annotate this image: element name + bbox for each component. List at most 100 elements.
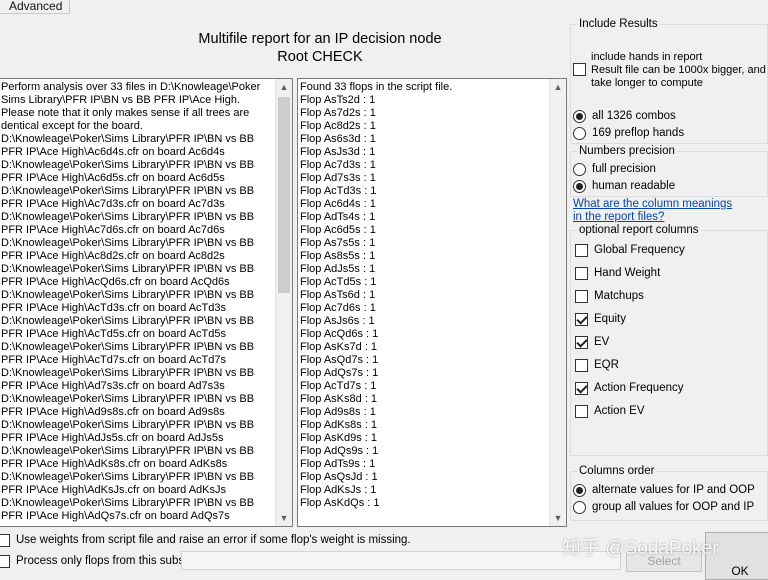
log-line: Flop AsQsJd : 1 bbox=[300, 471, 378, 483]
report-title: Multifile report for an IP decision node… bbox=[60, 30, 580, 66]
log-line: Flop AdTs4s : 1 bbox=[300, 211, 376, 223]
file-log-lines: Perform analysis over 33 files in D:\Kno… bbox=[1, 81, 276, 523]
log-line: PFR IP\Ace High\Ac6d5s.cfr on board Ac6d… bbox=[1, 172, 225, 184]
include-hands-label-line: Result file can be 1000x bigger, and bbox=[591, 64, 766, 76]
log-line: D:\Knowleage\Poker\Sims Library\PFR IP\B… bbox=[1, 393, 255, 405]
scroll-down-icon[interactable]: ▼ bbox=[550, 510, 566, 526]
log-line: Please note that it only makes sense if … bbox=[1, 107, 250, 119]
log-line: PFR IP\Ace High\Ac6d4s.cfr on board Ac6d… bbox=[1, 146, 225, 158]
log-line: Flop As7d2s : 1 bbox=[300, 107, 376, 119]
log-line: D:\Knowleage\Poker\Sims Library\PFR IP\B… bbox=[1, 159, 255, 171]
optional-column-label: EV bbox=[594, 336, 610, 348]
log-line: D:\Knowleage\Poker\Sims Library\PFR IP\B… bbox=[1, 133, 255, 145]
log-line: D:\Knowleage\Poker\Sims Library\PFR IP\B… bbox=[1, 341, 255, 353]
optional-column-eqr[interactable]: EQR bbox=[575, 357, 619, 373]
optional-column-label: Global Frequency bbox=[594, 244, 685, 256]
log-line: Flop Ad9s8s : 1 bbox=[300, 406, 376, 418]
log-line: Flop As6s3d : 1 bbox=[300, 133, 376, 145]
report-title-line1: Multifile report for an IP decision node bbox=[198, 31, 442, 47]
optional-column-ev[interactable]: EV bbox=[575, 334, 609, 350]
optional-column-label: Hand Weight bbox=[594, 267, 661, 279]
optional-columns-title: optional report columns bbox=[577, 224, 701, 237]
log-line: D:\Knowleage\Poker\Sims Library\PFR IP\B… bbox=[1, 315, 255, 327]
scroll-up-icon[interactable]: ▲ bbox=[276, 79, 292, 95]
optional-column-label: Action EV bbox=[594, 405, 645, 417]
alternate-values-radio[interactable]: alternate values for IP and OOP bbox=[573, 482, 755, 498]
log-line: Flop AcTd5s : 1 bbox=[300, 276, 377, 288]
log-line: Flop AsJs3d : 1 bbox=[300, 146, 376, 158]
preflop-hands-radio-dot[interactable] bbox=[573, 126, 586, 140]
flops-log-scrollbar[interactable]: ▲ ▼ bbox=[549, 79, 566, 526]
optional-column-checkbox[interactable] bbox=[575, 243, 588, 257]
log-line: Flop Ac6d4s : 1 bbox=[300, 198, 376, 210]
column-meanings-link-line[interactable]: in the report files? bbox=[573, 211, 732, 224]
log-line: Flop AdTs9s : 1 bbox=[300, 458, 376, 470]
optional-column-checkbox[interactable] bbox=[575, 312, 588, 326]
optional-column-checkbox[interactable] bbox=[575, 289, 588, 303]
full-precision-radio[interactable]: full precision bbox=[573, 161, 656, 177]
log-line: Flop AdKsJs : 1 bbox=[300, 484, 377, 496]
preflop-hands-radio[interactable]: 169 preflop hands bbox=[573, 125, 684, 141]
process-subset-checkbox[interactable] bbox=[0, 554, 10, 568]
alternate-values-radio-dot[interactable] bbox=[573, 483, 586, 497]
log-line: Found 33 flops in the script file. bbox=[300, 81, 453, 93]
process-subset-option[interactable]: Process only flops from this subset bbox=[0, 553, 194, 569]
group-values-radio[interactable]: group all values for OOP and IP bbox=[573, 499, 754, 515]
include-hands-label-line: include hands in report bbox=[591, 51, 703, 63]
full-precision-radio-dot[interactable] bbox=[573, 162, 586, 176]
optional-column-checkbox[interactable] bbox=[575, 335, 588, 349]
file-log-scrollbar[interactable]: ▲ ▼ bbox=[275, 79, 292, 526]
scroll-down-icon[interactable]: ▼ bbox=[276, 510, 292, 526]
flops-log-lines: Found 33 flops in the script file. Flop A… bbox=[300, 81, 550, 510]
report-title-line2: Root CHECK bbox=[277, 49, 363, 65]
include-hands-label-line: take longer to compute bbox=[591, 77, 703, 89]
use-weights-option[interactable]: Use weights from script file and raise a… bbox=[0, 532, 411, 548]
scroll-thumb[interactable] bbox=[278, 97, 290, 293]
optional-column-matchups[interactable]: Matchups bbox=[575, 288, 644, 304]
optional-column-checkbox[interactable] bbox=[575, 381, 588, 395]
scroll-up-icon[interactable]: ▲ bbox=[550, 79, 566, 95]
log-line: PFR IP\Ace High\AcQd6s.cfr on board AcQd… bbox=[1, 276, 230, 288]
log-line: PFR IP\Ace High\Ac7d6s.cfr on board Ac7d… bbox=[1, 224, 225, 236]
log-line: PFR IP\Ace High\Ad7s3s.cfr on board Ad7s… bbox=[1, 380, 225, 392]
optional-column-checkbox[interactable] bbox=[575, 266, 588, 280]
log-line: PFR IP\Ace High\Ac7d3s.cfr on board Ac7d… bbox=[1, 198, 225, 210]
log-line: Flop AsKdQs : 1 bbox=[300, 497, 380, 509]
optional-column-hand-weight[interactable]: Hand Weight bbox=[575, 265, 660, 281]
all-combos-label: all 1326 combos bbox=[592, 110, 676, 122]
columns-order-title: Columns order bbox=[577, 465, 657, 478]
subset-input[interactable] bbox=[181, 551, 621, 570]
log-line: Sims Library\PFR IP\BN vs BB PFR IP\Ace … bbox=[1, 94, 241, 106]
optional-column-action-frequency[interactable]: Action Frequency bbox=[575, 380, 684, 396]
log-line: D:\Knowleage\Poker\Sims Library\PFR IP\B… bbox=[1, 419, 255, 431]
column-meanings-link-line[interactable]: What are the column meanings bbox=[573, 198, 732, 211]
include-hands-checkbox[interactable] bbox=[573, 63, 586, 76]
all-combos-radio[interactable]: all 1326 combos bbox=[573, 108, 676, 124]
watermark-text: 知乎 @SodaPoker bbox=[562, 538, 719, 559]
column-meanings-link[interactable]: What are the column meanings in the repo… bbox=[573, 198, 732, 224]
group-values-radio-dot[interactable] bbox=[573, 500, 586, 514]
optional-column-checkbox[interactable] bbox=[575, 358, 588, 372]
human-readable-radio-dot[interactable] bbox=[573, 179, 586, 193]
optional-column-checkbox[interactable] bbox=[575, 404, 588, 418]
log-line: Flop AsKs8d : 1 bbox=[300, 393, 378, 405]
all-combos-radio-dot[interactable] bbox=[573, 109, 586, 123]
file-log-pane[interactable]: Perform analysis over 33 files in D:\Kno… bbox=[0, 78, 293, 527]
log-line: Flop AcQd6s : 1 bbox=[300, 328, 379, 340]
human-readable-radio[interactable]: human readable bbox=[573, 178, 675, 194]
advanced-tab-label: Advanced bbox=[9, 0, 63, 13]
log-line: PFR IP\Ace High\Ad9s8s.cfr on board Ad9s… bbox=[1, 406, 225, 418]
optional-column-label: Action Frequency bbox=[594, 382, 684, 394]
optional-column-equity[interactable]: Equity bbox=[575, 311, 626, 327]
optional-column-global-frequency[interactable]: Global Frequency bbox=[575, 242, 685, 258]
numbers-precision-title: Numbers precision bbox=[577, 145, 677, 158]
log-line: PFR IP\Ace High\AcTd3s.cfr on board AcTd… bbox=[1, 302, 226, 314]
log-line: Flop AcTd7s : 1 bbox=[300, 380, 377, 392]
advanced-tab[interactable]: Advanced bbox=[0, 0, 70, 14]
use-weights-checkbox[interactable] bbox=[0, 533, 10, 547]
flops-log-pane[interactable]: Found 33 flops in the script file. Flop A… bbox=[297, 78, 567, 527]
optional-column-action-ev[interactable]: Action EV bbox=[575, 403, 645, 419]
log-line: PFR IP\Ace High\AcTd7s.cfr on board AcTd… bbox=[1, 354, 226, 366]
log-line: Flop Ac8d2s : 1 bbox=[300, 120, 376, 132]
log-line: Flop AsTs2d : 1 bbox=[300, 94, 376, 106]
